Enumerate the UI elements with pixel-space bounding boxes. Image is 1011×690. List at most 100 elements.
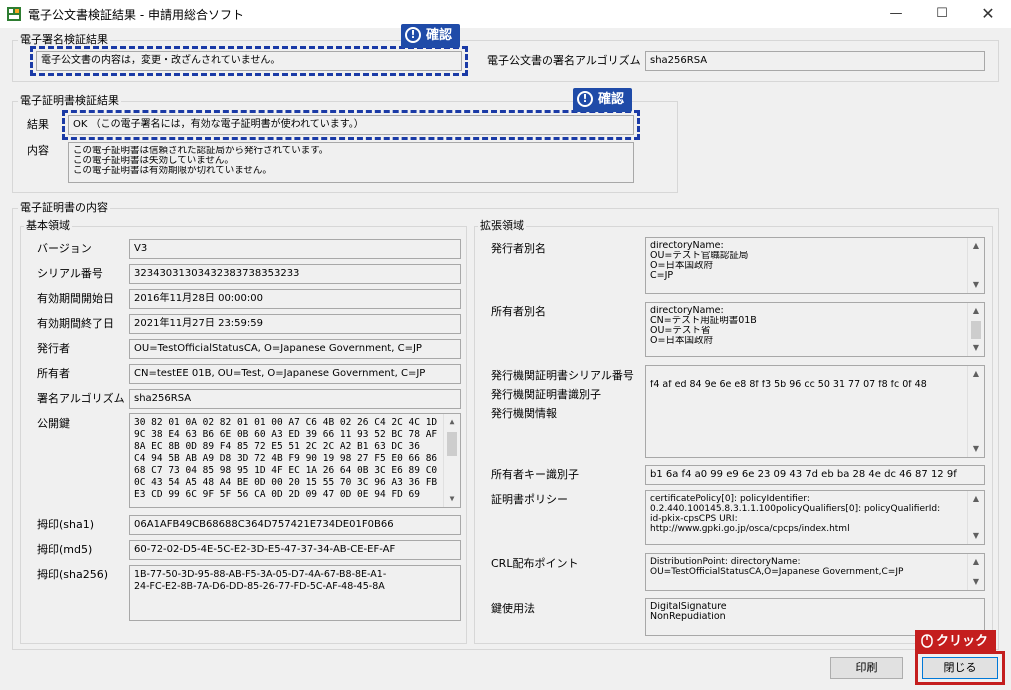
subject-alt-line: directoryName: — [650, 306, 724, 316]
sha256-label: 拇印(sha256) — [37, 568, 109, 581]
scroll-down-arrow-icon[interactable]: ▼ — [444, 491, 460, 507]
cert-content-line: この電子証明書は信頼された認証局から発行されています。 — [73, 146, 329, 156]
policy-label: 証明書ポリシー — [491, 493, 568, 506]
authority-key-id-field[interactable]: f4 af ed 84 9e 6e e8 8f f3 5b 96 cc 50 3… — [645, 365, 985, 458]
issuer-label: 発行者 — [37, 342, 70, 355]
scroll-up-arrow-icon[interactable]: ▲ — [968, 303, 984, 319]
issuer-alt-line: O=日本国政府 — [650, 261, 713, 271]
app-icon — [6, 6, 22, 22]
public-key-line: 0C 43 54 A5 48 A4 BE 0D 00 20 15 55 70 3… — [134, 477, 438, 488]
subject-key-id-field: b1 6a f4 a0 99 e9 6e 23 09 43 7d eb ba 2… — [645, 465, 985, 485]
issuer-info-label: 発行機関情報 — [491, 407, 557, 420]
issuer-alt-name-label: 発行者別名 — [491, 242, 546, 255]
crl-label: CRL配布ポイント — [491, 557, 579, 570]
issuer-alt-line: C=JP — [650, 271, 674, 281]
issuer-alt-name-field[interactable]: directoryName: OU=テスト官職認証局 O=日本国政府 C=JP … — [645, 237, 985, 294]
serial-label: シリアル番号 — [37, 267, 103, 280]
public-key-field[interactable]: 30 82 01 0A 02 82 01 01 00 A7 C6 4B 02 2… — [129, 413, 461, 508]
policy-line: certificatePolicy[0]: policyIdentifier: — [650, 494, 810, 504]
md5-label: 拇印(md5) — [37, 543, 93, 556]
scroll-up-arrow-icon[interactable]: ▲ — [968, 554, 984, 570]
public-key-line: E3 CD 99 6C 9F 5F 56 CA 0D 2D 09 47 0D 0… — [134, 489, 420, 500]
public-key-line: 68 C7 73 04 85 98 95 1D 4F EC 1A 26 64 0… — [134, 465, 438, 476]
crl-line: OU=TestOfficialStatusCA,O=Japanese Gover… — [650, 567, 904, 577]
print-button[interactable]: 印刷 — [830, 657, 903, 679]
policy-line: 0.2.440.100145.8.3.1.1.100policyQualifie… — [650, 504, 941, 514]
scroll-down-arrow-icon[interactable]: ▼ — [968, 528, 984, 544]
cert-content-line: この電子証明書は失効していません。 — [73, 156, 234, 166]
md5-field: 60-72-02-D5-4E-5C-E2-3D-E5-47-37-34-AB-C… — [129, 540, 461, 560]
public-key-line: 9C 38 E4 63 B6 6E 0B 60 A3 ED 39 66 11 9… — [134, 429, 438, 440]
cert-content-label: 内容 — [27, 144, 49, 157]
subject-key-id-label: 所有者キー識別子 — [491, 468, 579, 481]
signature-algorithm-field: sha256RSA — [645, 51, 985, 71]
extension-area-label: 拡張領域 — [478, 219, 526, 232]
cert-content-group-label: 電子証明書の内容 — [18, 201, 110, 214]
issuer-id-label: 発行機関証明書識別子 — [491, 388, 601, 401]
scroll-up-arrow-icon[interactable]: ▲ — [968, 238, 984, 254]
authority-key-id-text: f4 af ed 84 9e 6e e8 8f f3 5b 96 cc 50 3… — [650, 380, 927, 390]
public-key-line: 8A EC 8B 0D 89 F4 85 72 E5 51 2C 2C A2 B… — [134, 441, 420, 452]
scroll-down-arrow-icon[interactable]: ▼ — [968, 574, 984, 590]
authority-key-id-scrollbar[interactable]: ▲ ▼ — [967, 366, 984, 457]
sha256-line: 1B-77-50-3D-95-88-AB-F5-3A-05-D7-4A-67-B… — [134, 569, 387, 580]
click-badge-label: クリック — [936, 634, 989, 649]
signature-algorithm-label: 電子公文書の署名アルゴリズム — [487, 54, 641, 67]
scroll-thumb[interactable] — [971, 321, 981, 339]
valid-from-label: 有効期間開始日 — [37, 292, 114, 305]
scroll-down-arrow-icon[interactable]: ▼ — [968, 441, 984, 457]
close-button[interactable]: 閉じる — [922, 657, 998, 679]
cert-verify-group-label: 電子証明書検証結果 — [18, 94, 121, 107]
cert-content-field: この電子証明書は信頼された認証局から発行されています。 この電子証明書は失効して… — [68, 142, 634, 183]
issuer-alt-scrollbar[interactable]: ▲ ▼ — [967, 238, 984, 293]
crl-field[interactable]: DistributionPoint: directoryName: OU=Tes… — [645, 553, 985, 591]
key-usage-line: NonRepudiation — [650, 612, 726, 622]
basic-area-label: 基本領域 — [24, 219, 72, 232]
sig-alg-label: 署名アルゴリズム — [37, 392, 125, 405]
click-badge: クリック — [915, 630, 997, 654]
subject-alt-line: OU=テスト省 — [650, 326, 711, 336]
issuer-field: OU=TestOfficialStatusCA, O=Japanese Gove… — [129, 339, 461, 359]
version-field: V3 — [129, 239, 461, 259]
issuer-alt-line: OU=テスト官職認証局 — [650, 251, 749, 261]
scroll-up-arrow-icon[interactable]: ▲ — [968, 491, 984, 507]
public-key-line: C4 94 5B AB A9 D8 3D 72 4B F9 90 19 98 2… — [134, 453, 438, 464]
subject-alt-name-label: 所有者別名 — [491, 305, 546, 318]
confirm-highlight-signature — [30, 46, 468, 76]
public-key-scrollbar[interactable]: ▲ ▼ — [443, 414, 460, 507]
valid-to-label: 有効期間終了日 — [37, 317, 114, 330]
confirm-highlight-cert — [62, 110, 640, 140]
close-window-button[interactable]: ✕ — [965, 0, 1011, 28]
confirm-badge-label: 確認 — [426, 28, 453, 43]
subject-alt-name-field[interactable]: directoryName: CN=テスト用証明書01B OU=テスト省 O=日… — [645, 302, 985, 357]
window-title: 電子公文書検証結果 - 申請用総合ソフト — [28, 8, 244, 22]
confirm-badge-signature: ! 確認 — [401, 24, 461, 48]
policy-scrollbar[interactable]: ▲ ▼ — [967, 491, 984, 544]
scroll-down-arrow-icon[interactable]: ▼ — [968, 277, 984, 293]
exclamation-icon: ! — [405, 26, 421, 43]
public-key-label: 公開鍵 — [37, 417, 70, 430]
policy-line: http://www.gpki.go.jp/osca/cpcps/index.h… — [650, 524, 850, 534]
maximize-button[interactable]: ☐ — [919, 0, 965, 28]
policy-line: id-pkix-cpsCPS URI: — [650, 514, 738, 524]
signature-result-group-label: 電子署名検証結果 — [18, 33, 110, 46]
minimize-button[interactable]: — — [873, 0, 919, 28]
sha1-label: 拇印(sha1) — [37, 518, 95, 531]
cert-result-label: 結果 — [27, 118, 49, 131]
scroll-up-arrow-icon[interactable]: ▲ — [444, 414, 460, 430]
version-label: バージョン — [37, 242, 92, 255]
subject-alt-scrollbar[interactable]: ▲ ▼ — [967, 303, 984, 356]
key-usage-line: DigitalSignature — [650, 602, 727, 612]
scroll-thumb[interactable] — [447, 432, 457, 456]
valid-to-field: 2021年11月27日 23:59:59 — [129, 314, 461, 334]
confirm-badge-cert: ! 確認 — [573, 88, 633, 112]
policy-field[interactable]: certificatePolicy[0]: policyIdentifier: … — [645, 490, 985, 545]
mouse-icon — [921, 633, 933, 648]
exclamation-icon: ! — [577, 90, 593, 107]
crl-scrollbar[interactable]: ▲ ▼ — [967, 554, 984, 590]
subject-label: 所有者 — [37, 367, 70, 380]
scroll-up-arrow-icon[interactable]: ▲ — [968, 366, 984, 382]
scroll-down-arrow-icon[interactable]: ▼ — [968, 340, 984, 356]
public-key-line: 30 82 01 0A 02 82 01 01 00 A7 C6 4B 02 2… — [134, 417, 438, 428]
issuer-alt-line: directoryName: — [650, 241, 724, 251]
